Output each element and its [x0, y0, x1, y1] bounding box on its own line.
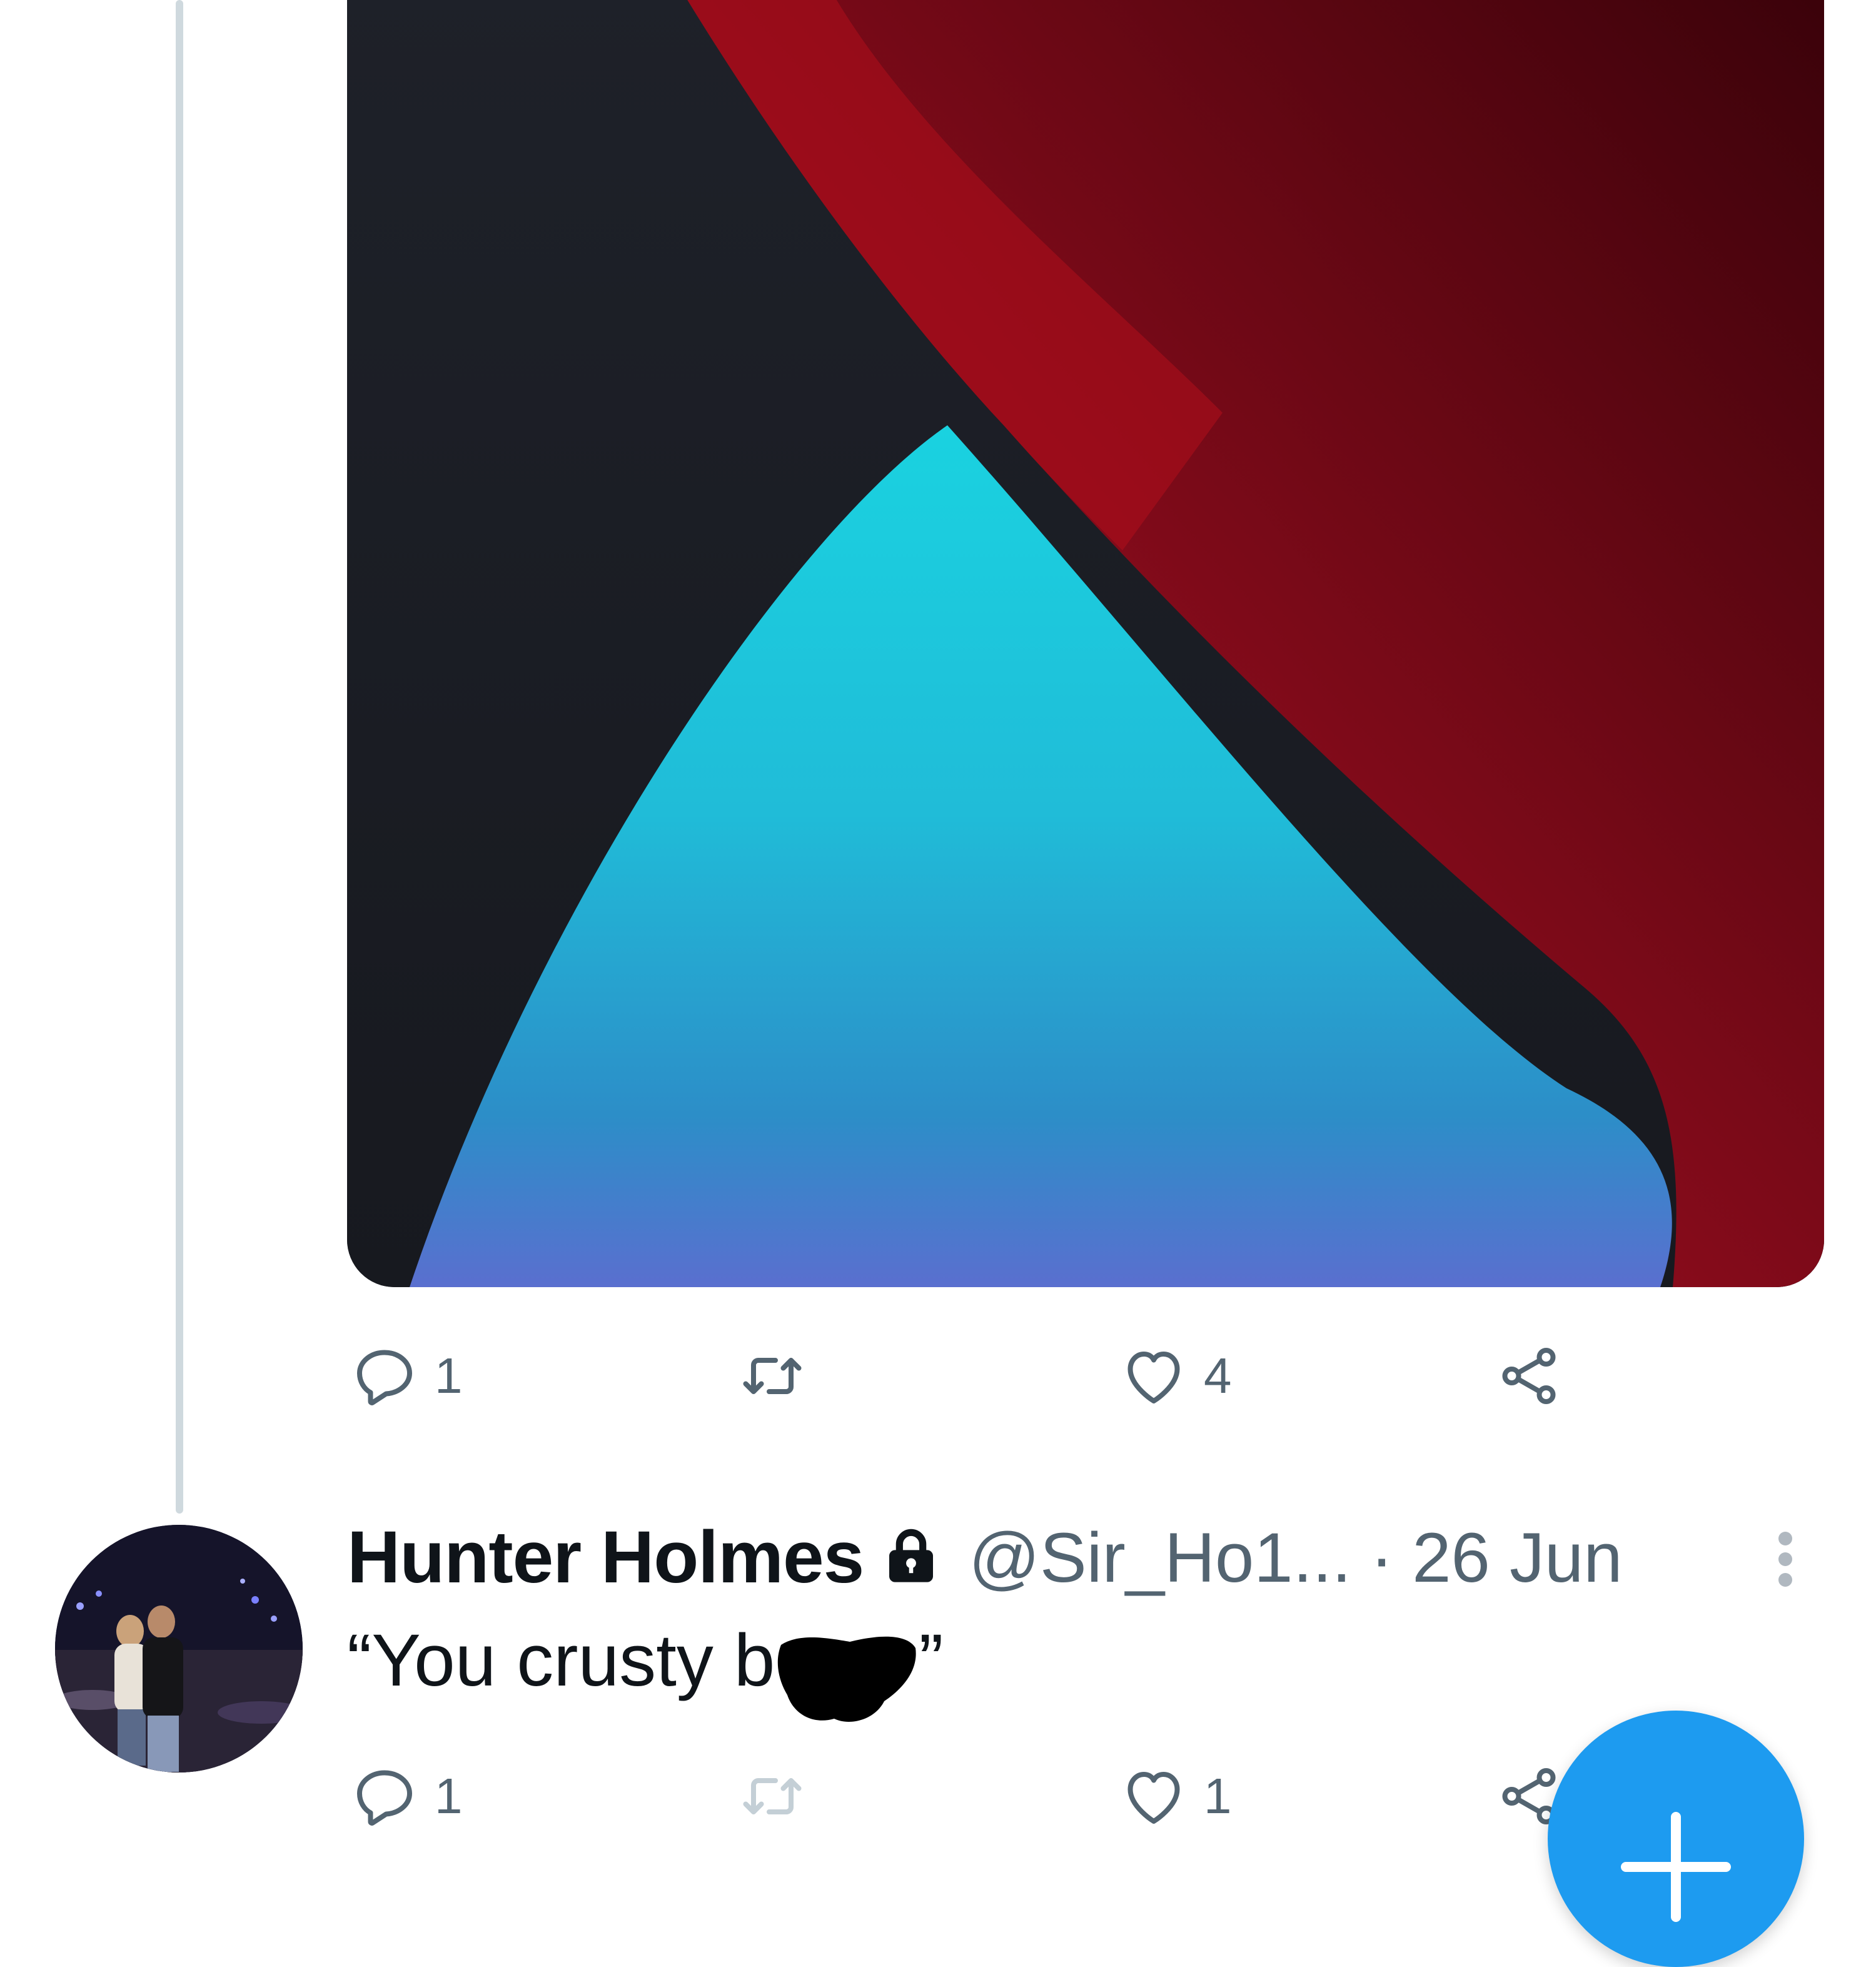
tweet-media-image[interactable] [347, 0, 1824, 1287]
reply-count: 1 [435, 1348, 463, 1403]
heart-icon [1127, 1772, 1180, 1824]
reply-button[interactable]: 1 [347, 1338, 463, 1413]
tweet-one-action-bar: 1 4 [0, 1338, 1876, 1413]
tweet-text: “You crusty b ” [347, 1614, 944, 1722]
retweet-icon [743, 1778, 802, 1814]
retweet-button[interactable] [735, 1338, 822, 1413]
compose-tweet-button[interactable] [1548, 1711, 1804, 1967]
redaction-mark [778, 1636, 916, 1722]
retweet-icon [743, 1358, 802, 1394]
author-display-name[interactable]: Hunter Holmes [347, 1515, 864, 1600]
tweet-date[interactable]: 26 Jun [1412, 1517, 1622, 1598]
share-button[interactable] [1491, 1338, 1566, 1413]
reply-icon [357, 1350, 412, 1405]
lock-icon [889, 1529, 934, 1582]
like-button[interactable]: 4 [1116, 1338, 1232, 1413]
reply-count: 1 [435, 1768, 463, 1824]
thread-connector-line [176, 0, 183, 1514]
tweet-text-end: ” [919, 1619, 944, 1702]
wallpaper-graphic [347, 0, 1824, 1287]
retweet-button-disabled [735, 1759, 822, 1834]
tweet-header: Hunter Holmes @Sir_Ho1... · 26 Jun [347, 1515, 1623, 1600]
like-count: 4 [1204, 1348, 1232, 1403]
author-handle[interactable]: @Sir_Ho1... [969, 1517, 1351, 1598]
tweet-text-start: “You crusty b [347, 1619, 775, 1702]
heart-icon [1127, 1352, 1180, 1403]
plus-icon [1621, 1812, 1731, 1922]
reply-icon [357, 1770, 412, 1826]
like-count: 1 [1204, 1768, 1232, 1824]
share-icon [1502, 1347, 1556, 1405]
avatar[interactable] [55, 1525, 303, 1772]
separator-dot: · [1369, 1518, 1394, 1597]
avatar-photo [55, 1525, 303, 1772]
more-vertical-icon[interactable] [1757, 1517, 1813, 1598]
reply-button[interactable]: 1 [347, 1759, 463, 1834]
like-button[interactable]: 1 [1116, 1759, 1232, 1834]
